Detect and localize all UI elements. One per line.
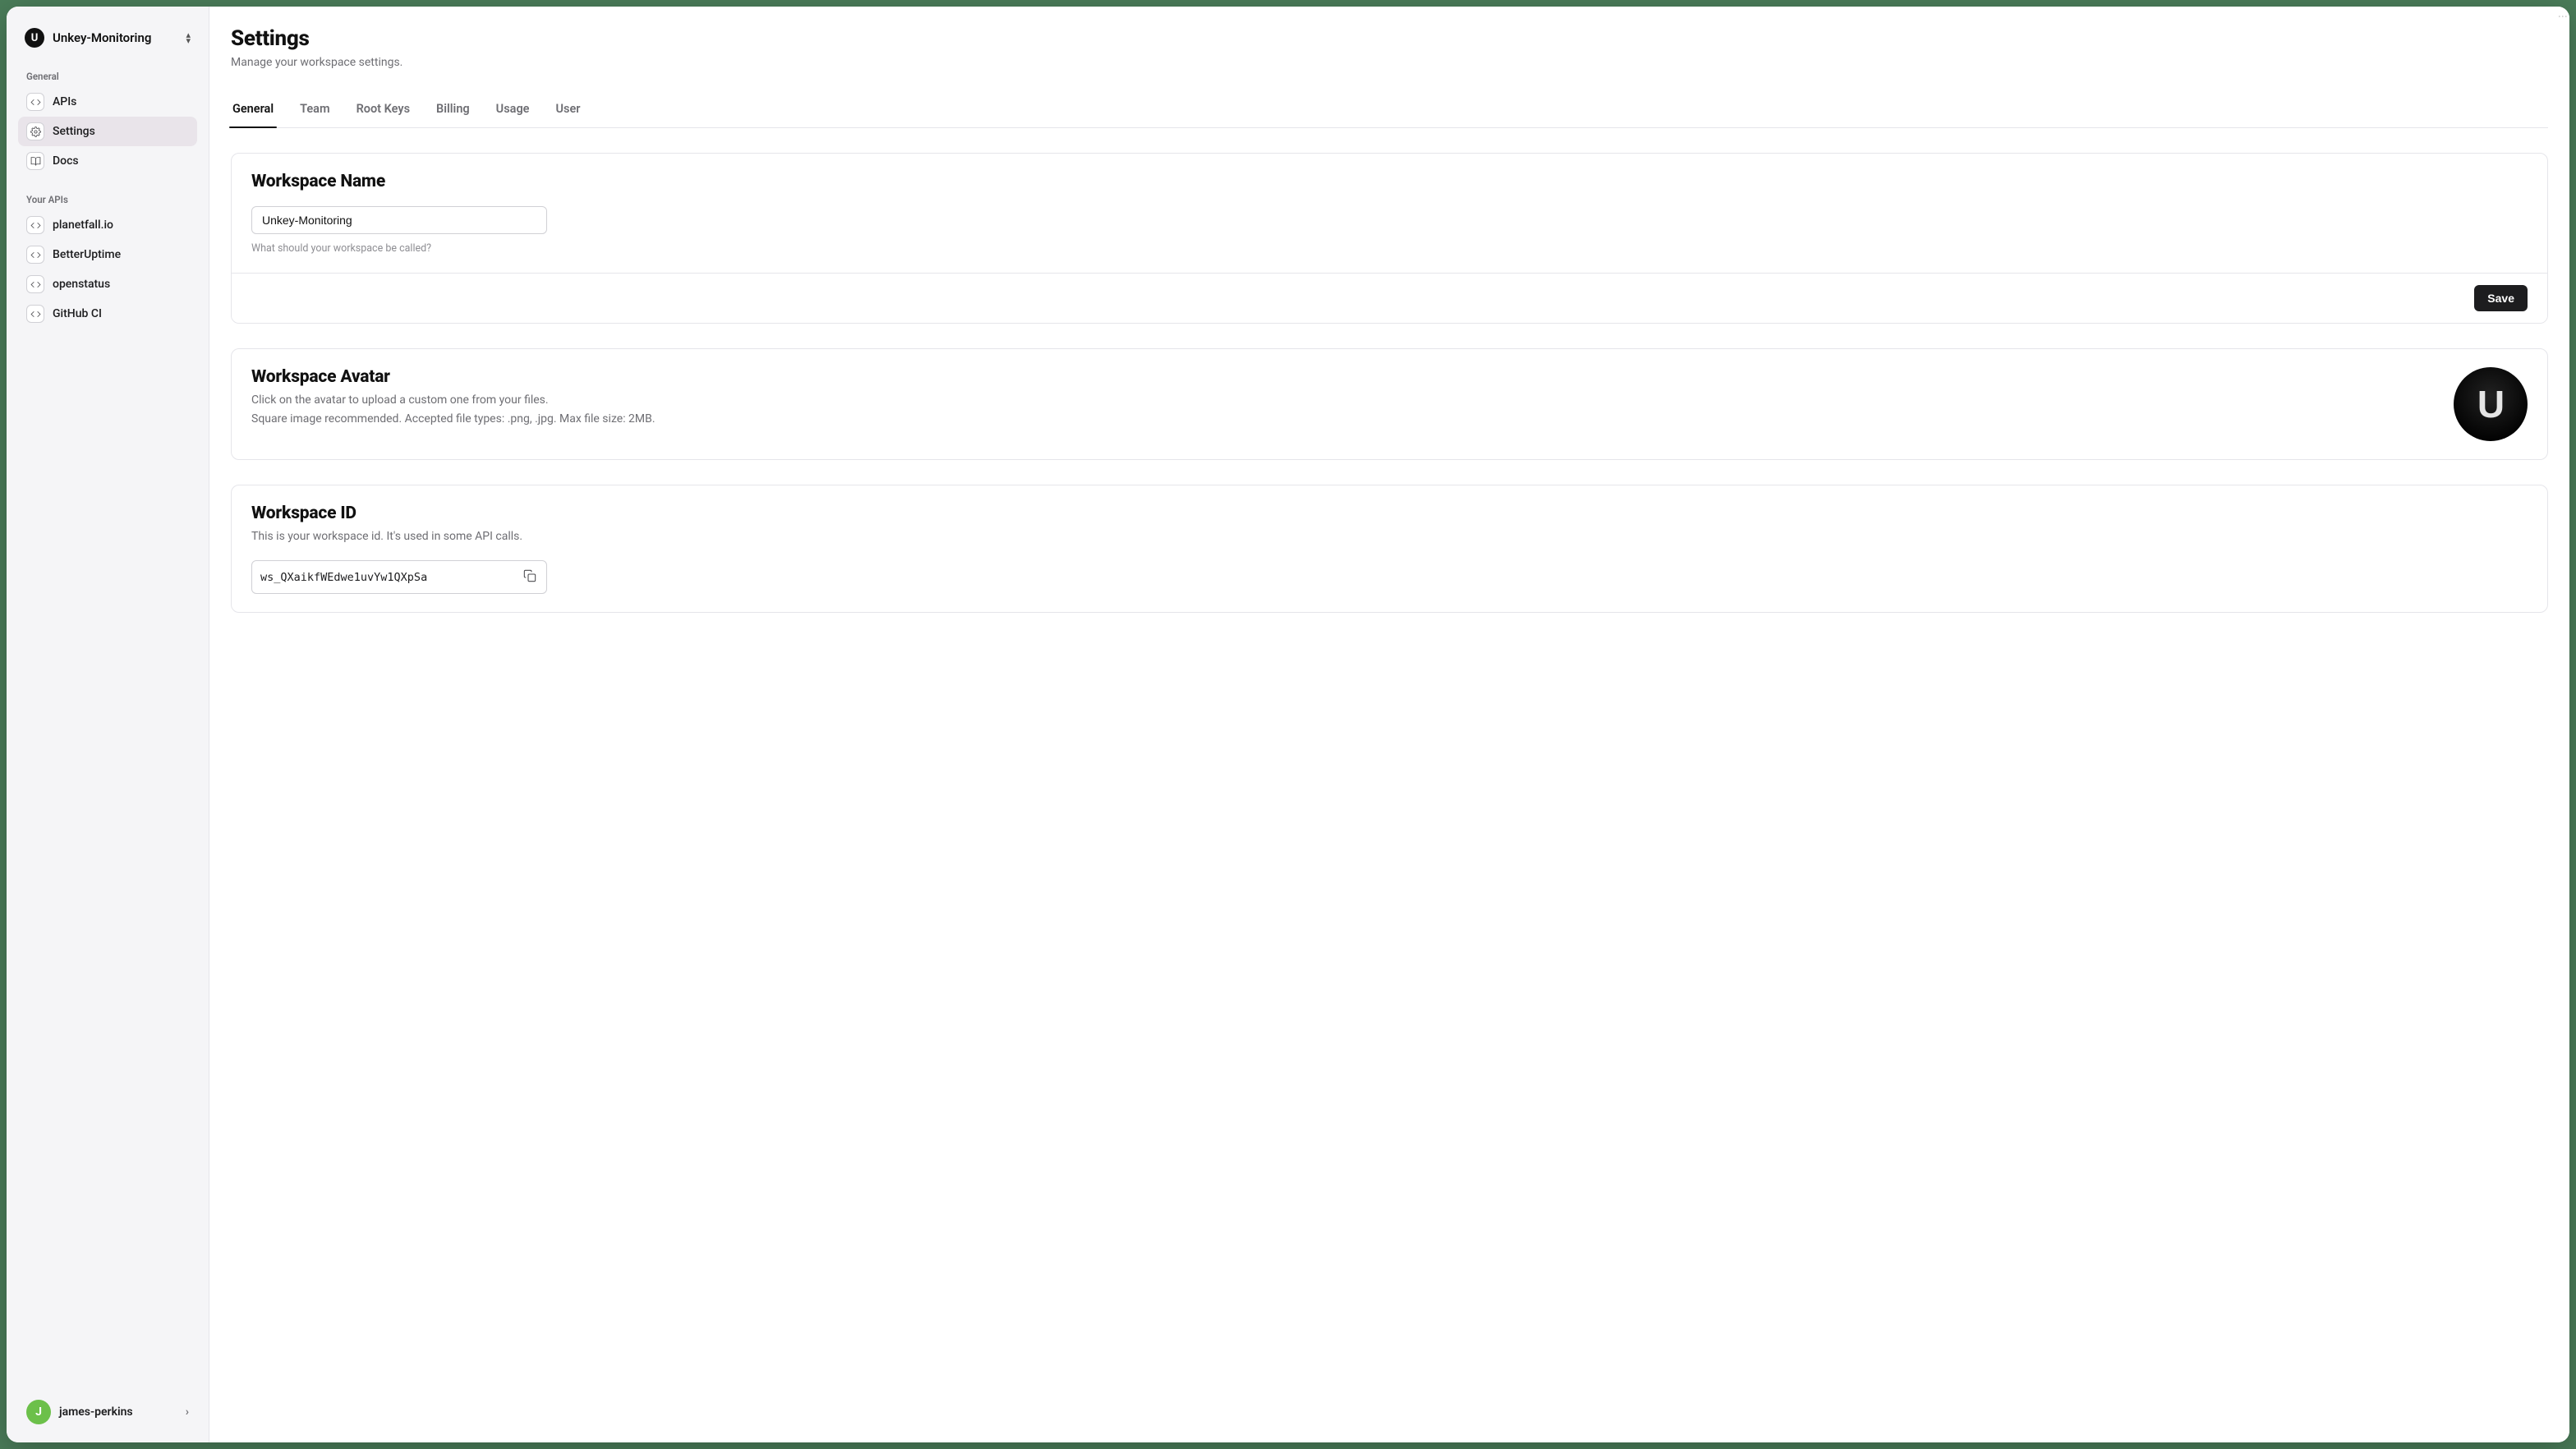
sidebar-item-apis[interactable]: APIs — [18, 87, 197, 117]
user-name: james-perkins — [59, 1405, 177, 1419]
tab-general[interactable]: General — [231, 94, 275, 127]
workspace-name-title: Workspace Name — [251, 172, 2528, 191]
tab-user[interactable]: User — [554, 94, 582, 127]
sidebar-item-label: Docs — [53, 154, 79, 168]
workspace-id-card: Workspace ID This is your workspace id. … — [231, 485, 2548, 613]
tab-billing[interactable]: Billing — [435, 94, 472, 127]
sidebar-item-label: BetterUptime — [53, 248, 121, 261]
up-down-chevron-icon: ▴▾ — [186, 32, 191, 44]
sidebar-item-label: APIs — [53, 95, 76, 108]
book-icon — [26, 152, 44, 170]
sidebar-item-settings[interactable]: Settings — [18, 117, 197, 146]
copy-icon — [523, 569, 536, 585]
sidebar: U Unkey-Monitoring ▴▾ General APIs Setti… — [7, 7, 209, 1442]
save-button[interactable]: Save — [2474, 285, 2528, 311]
workspace-avatar-desc1: Click on the avatar to upload a custom o… — [251, 392, 2434, 409]
code-icon — [26, 246, 44, 264]
main-content: Settings Manage your workspace settings.… — [209, 7, 2569, 1442]
sidebar-api-betteruptime[interactable]: BetterUptime — [18, 240, 197, 269]
workspace-id-desc: This is your workspace id. It's used in … — [251, 528, 2528, 545]
sidebar-item-docs[interactable]: Docs — [18, 146, 197, 176]
sidebar-item-label: planetfall.io — [53, 218, 113, 232]
sidebar-item-label: GitHub CI — [53, 307, 102, 320]
workspace-avatar-upload[interactable]: U — [2454, 367, 2528, 441]
workspace-name-help: What should your workspace be called? — [251, 242, 2528, 255]
workspace-avatar-desc2: Square image recommended. Accepted file … — [251, 411, 2434, 428]
chevron-right-icon: › — [186, 1405, 189, 1419]
workspace-id-title: Workspace ID — [251, 504, 2528, 523]
tab-root-keys[interactable]: Root Keys — [355, 94, 412, 127]
user-avatar: J — [26, 1400, 51, 1424]
app-window: ⋮ U Unkey-Monitoring ▴▾ General APIs Set… — [7, 7, 2569, 1442]
sidebar-api-planetfall[interactable]: planetfall.io — [18, 210, 197, 240]
workspace-id-box: ws_QXaikfWEdwe1uvYw1QXpSa — [251, 560, 547, 594]
tab-usage[interactable]: Usage — [494, 94, 531, 127]
sidebar-section-your-apis: Your APIs — [26, 194, 189, 205]
code-icon — [26, 275, 44, 293]
code-icon — [26, 305, 44, 323]
page-title: Settings — [231, 26, 2548, 51]
code-icon — [26, 216, 44, 234]
workspace-switcher[interactable]: U Unkey-Monitoring ▴▾ — [18, 23, 197, 53]
settings-tabs: General Team Root Keys Billing Usage Use… — [231, 94, 2548, 128]
page-subtitle: Manage your workspace settings. — [231, 56, 2548, 69]
workspace-avatar-title: Workspace Avatar — [251, 367, 2434, 387]
gear-icon — [26, 122, 44, 140]
workspace-id-value: ws_QXaikfWEdwe1uvYw1QXpSa — [260, 571, 515, 584]
workspace-logo: U — [25, 28, 44, 48]
sidebar-item-label: Settings — [53, 125, 95, 138]
sidebar-api-openstatus[interactable]: openstatus — [18, 269, 197, 299]
user-menu[interactable]: J james-perkins › — [18, 1393, 197, 1431]
sidebar-section-general: General — [26, 71, 189, 82]
sidebar-api-githubci[interactable]: GitHub CI — [18, 299, 197, 329]
workspace-name-input[interactable] — [251, 206, 547, 234]
workspace-name: Unkey-Monitoring — [53, 30, 177, 45]
window-resize-handle[interactable]: ⋮ — [2561, 12, 2564, 22]
copy-button[interactable] — [522, 568, 538, 586]
tab-team[interactable]: Team — [298, 94, 331, 127]
code-icon — [26, 93, 44, 111]
workspace-name-card: Workspace Name What should your workspac… — [231, 153, 2548, 324]
sidebar-item-label: openstatus — [53, 278, 110, 291]
workspace-avatar-card: Workspace Avatar Click on the avatar to … — [231, 348, 2548, 460]
